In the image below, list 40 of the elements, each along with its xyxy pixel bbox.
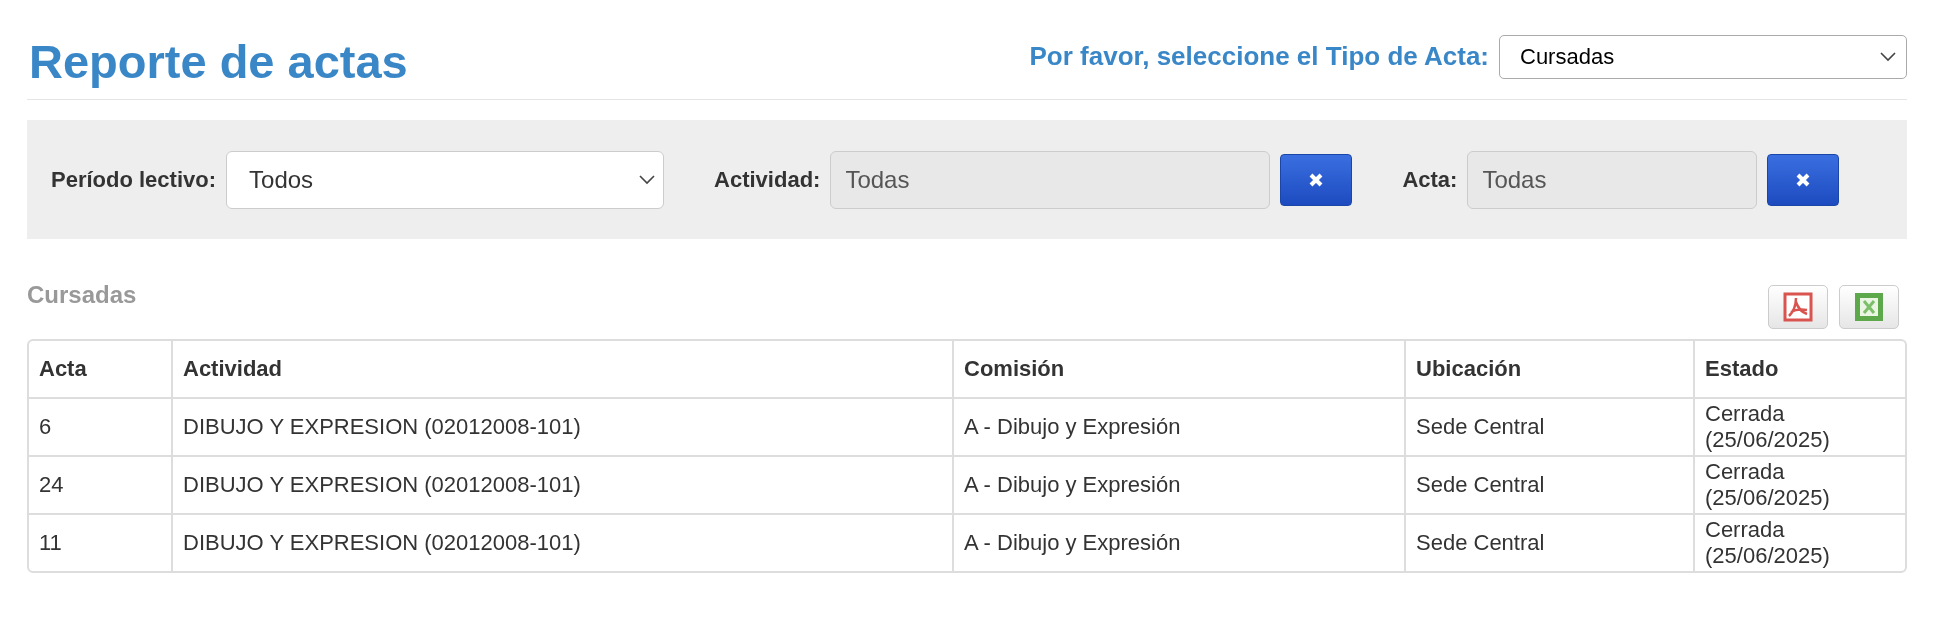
table-cell: 24 xyxy=(29,455,171,513)
table-cell: DIBUJO Y EXPRESION (02012008-101) xyxy=(171,513,952,571)
table-cell: Sede Central xyxy=(1404,455,1693,513)
column-header: Comisión xyxy=(952,341,1404,397)
table-cell: A - Dibujo y Expresión xyxy=(952,397,1404,455)
close-icon xyxy=(1308,171,1325,188)
period-dropdown[interactable]: Todos xyxy=(226,150,665,209)
chevron-icon xyxy=(639,174,656,185)
table-cell: Cerrada (25/06/2025) xyxy=(1693,513,1905,571)
close-icon xyxy=(1795,171,1812,188)
field-label: Actividad: xyxy=(714,166,821,193)
clear-button[interactable] xyxy=(1280,153,1353,206)
table-cell: Cerrada (25/06/2025) xyxy=(1693,455,1905,513)
excel-export-button[interactable] xyxy=(1839,285,1899,329)
table-cell: 6 xyxy=(29,397,171,455)
clear-button[interactable] xyxy=(1767,153,1840,206)
table-cell: Sede Central xyxy=(1404,513,1693,571)
table-cell: DIBUJO Y EXPRESION (02012008-101) xyxy=(171,397,952,455)
excel-icon xyxy=(1854,292,1884,322)
column-header: Ubicación xyxy=(1404,341,1693,397)
column-header: Estado xyxy=(1693,341,1905,397)
field-label: Por favor, seleccione el Tipo de Acta: xyxy=(1029,41,1489,72)
lookup-field[interactable]: Todas xyxy=(1467,150,1758,209)
lookup-field[interactable]: Todas xyxy=(830,150,1271,209)
section-title: Cursadas xyxy=(27,281,137,309)
field-label: Acta: xyxy=(1402,166,1458,193)
table-cell: A - Dibujo y Expresión xyxy=(952,513,1404,571)
page-title: Reporte de actas xyxy=(29,34,408,89)
field-label: Período lectivo: xyxy=(51,166,217,193)
table-cell: Cerrada (25/06/2025) xyxy=(1693,397,1905,455)
table-cell: 11 xyxy=(29,513,171,571)
pdf-export-button[interactable] xyxy=(1768,285,1828,329)
table-cell: A - Dibujo y Expresión xyxy=(952,455,1404,513)
pdf-icon xyxy=(1783,292,1813,322)
table-cell: DIBUJO Y EXPRESION (02012008-101) xyxy=(171,455,952,513)
chevron-icon xyxy=(1880,51,1896,62)
column-header: Actividad xyxy=(171,341,952,397)
table-cell: Sede Central xyxy=(1404,397,1693,455)
type-dropdown[interactable]: Cursadas xyxy=(1499,34,1907,79)
column-header: Acta xyxy=(38,355,88,383)
